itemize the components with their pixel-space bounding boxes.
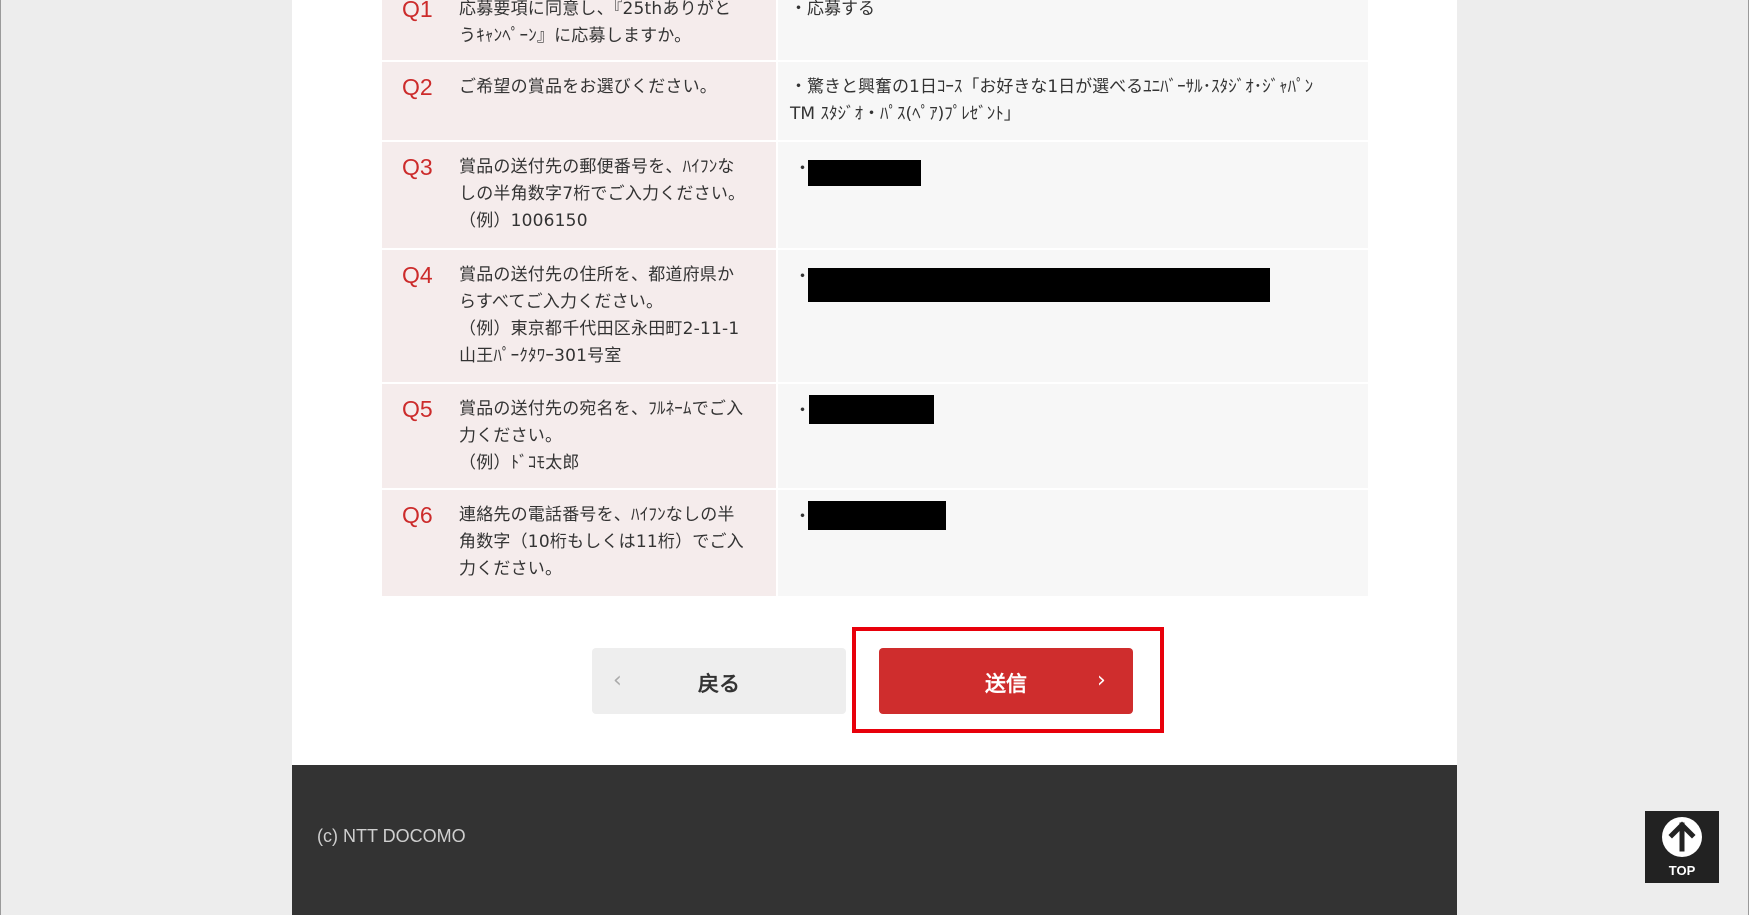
question-cell: Q3 賞品の送付先の郵便番号を、ﾊｲﾌﾝな しの半角数字7桁でご入力ください。 … xyxy=(382,142,776,248)
redacted-postal-code xyxy=(808,160,921,186)
window-left-edge xyxy=(0,0,1,915)
redacted-phone-number xyxy=(808,501,946,530)
question-number: Q6 xyxy=(402,502,433,528)
table-row: Q2 ご希望の賞品をお選びください。 ・驚きと興奮の1日ｺｰｽ「お好きな1日が選… xyxy=(382,62,1368,140)
chevron-right-icon: › xyxy=(1097,668,1106,693)
question-text: 応募要項に同意し、『25thありがと うｷｬﾝﾍﾟｰﾝ』に応募しますか。 xyxy=(459,0,732,46)
question-text: 賞品の送付先の宛名を、ﾌﾙﾈｰﾑでご入 力ください。 （例）ﾄﾞｺﾓ太郎 xyxy=(459,399,744,473)
question-text: 賞品の送付先の住所を、都道府県か らすべてご入力ください。 （例）東京都千代田区… xyxy=(459,265,740,366)
table-row: Q4 賞品の送付先の住所を、都道府県か らすべてご入力ください。 （例）東京都千… xyxy=(382,250,1368,382)
answer-cell: ・ xyxy=(778,250,1368,382)
question-cell: Q2 ご希望の賞品をお選びください。 xyxy=(382,62,776,140)
table-row: Q6 連絡先の電話番号を、ﾊｲﾌﾝなしの半 角数字（10桁もしくは11桁）でご入… xyxy=(382,490,1368,596)
question-text: 賞品の送付先の郵便番号を、ﾊｲﾌﾝな しの半角数字7桁でご入力ください。 （例）… xyxy=(459,157,746,231)
table-row: Q5 賞品の送付先の宛名を、ﾌﾙﾈｰﾑでご入 力ください。 （例）ﾄﾞｺﾓ太郎 … xyxy=(382,384,1368,488)
send-button[interactable]: 送信 › xyxy=(879,648,1133,714)
answer-cell: ・ xyxy=(778,142,1368,248)
top-button-label: TOP xyxy=(1668,863,1696,878)
question-cell: Q6 連絡先の電話番号を、ﾊｲﾌﾝなしの半 角数字（10桁もしくは11桁）でご入… xyxy=(382,490,776,596)
question-cell: Q5 賞品の送付先の宛名を、ﾌﾙﾈｰﾑでご入 力ください。 （例）ﾄﾞｺﾓ太郎 xyxy=(382,384,776,488)
answer-cell: ・ xyxy=(778,490,1368,596)
question-text: ご希望の賞品をお選びください。 xyxy=(459,77,717,97)
answer-cell: ・ xyxy=(778,384,1368,488)
answer-cell: ・驚きと興奮の1日ｺｰｽ「お好きな1日が選べるﾕﾆﾊﾞｰｻﾙ･ｽﾀｼﾞｵ･ｼﾞｬ… xyxy=(778,62,1368,140)
question-number: Q4 xyxy=(402,262,433,288)
back-button[interactable]: ‹ 戻る xyxy=(592,648,846,714)
copyright-text: (c) NTT DOCOMO xyxy=(317,826,466,846)
question-cell: Q4 賞品の送付先の住所を、都道府県か らすべてご入力ください。 （例）東京都千… xyxy=(382,250,776,382)
scroll-to-top-button[interactable]: TOP xyxy=(1645,811,1719,883)
redacted-address xyxy=(808,268,1270,302)
question-cell: Q1 応募要項に同意し、『25thありがと うｷｬﾝﾍﾟｰﾝ』に応募しますか。 xyxy=(382,0,776,60)
answers-table: Q1 応募要項に同意し、『25thありがと うｷｬﾝﾍﾟｰﾝ』に応募しますか。 … xyxy=(382,0,1368,598)
table-row: Q1 応募要項に同意し、『25thありがと うｷｬﾝﾍﾟｰﾝ』に応募しますか。 … xyxy=(382,0,1368,60)
question-number: Q5 xyxy=(402,396,433,422)
confirmation-page: Q1 応募要項に同意し、『25thありがと うｷｬﾝﾍﾟｰﾝ』に応募しますか。 … xyxy=(292,0,1457,915)
question-text: 連絡先の電話番号を、ﾊｲﾌﾝなしの半 角数字（10桁もしくは11桁）でご入 力く… xyxy=(459,505,744,579)
back-button-label: 戻る xyxy=(698,672,740,696)
send-button-label: 送信 xyxy=(985,672,1027,696)
question-number: Q1 xyxy=(402,0,433,22)
arrow-up-icon xyxy=(1662,817,1702,857)
question-number: Q2 xyxy=(402,74,433,100)
table-row: Q3 賞品の送付先の郵便番号を、ﾊｲﾌﾝな しの半角数字7桁でご入力ください。 … xyxy=(382,142,1368,248)
footer: (c) NTT DOCOMO xyxy=(292,765,1457,915)
answer-text: ・応募する xyxy=(790,0,875,19)
answer-text: ・驚きと興奮の1日ｺｰｽ「お好きな1日が選べるﾕﾆﾊﾞｰｻﾙ･ｽﾀｼﾞｵ･ｼﾞｬ… xyxy=(790,77,1314,124)
question-number: Q3 xyxy=(402,154,433,180)
answer-cell: ・応募する xyxy=(778,0,1368,60)
redacted-recipient-name xyxy=(809,395,934,424)
